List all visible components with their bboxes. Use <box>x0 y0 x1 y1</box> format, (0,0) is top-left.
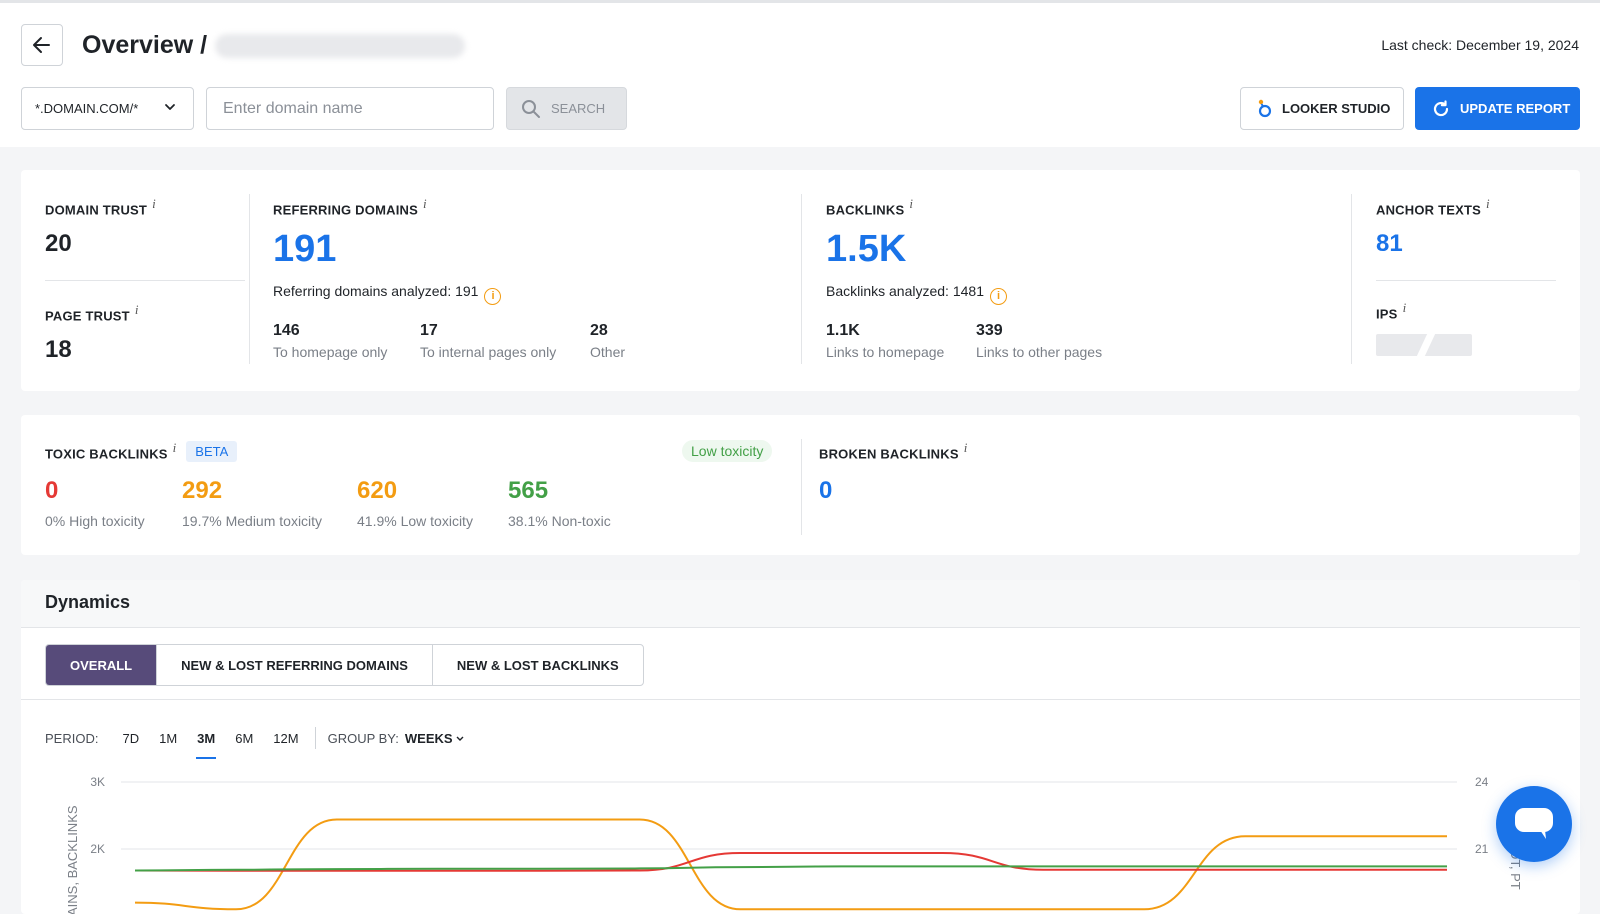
info-icon[interactable]: i <box>423 196 427 211</box>
backlinks-value[interactable]: 1.5K <box>826 228 906 271</box>
referring-domains-analyzed: Referring domains analyzed: 191 i <box>273 283 502 305</box>
divider <box>801 194 802 364</box>
info-circle-icon[interactable]: i <box>484 287 502 305</box>
back-button[interactable] <box>21 24 63 66</box>
broken-backlinks-value[interactable]: 0 <box>819 477 832 505</box>
dynamics-header: Dynamics <box>21 580 1580 628</box>
chevron-down-icon <box>456 736 464 741</box>
looker-studio-icon <box>1258 99 1272 117</box>
period-label: PERIOD: <box>45 730 99 746</box>
backlinks-breakdown-homepage: 1.1K Links to homepage <box>826 322 945 360</box>
backlinks-analyzed: Backlinks analyzed: 1481 i <box>826 283 1007 305</box>
toxic-high[interactable]: 0 0% High toxicity <box>45 477 145 529</box>
backlinks-label: BACKLINKS <box>826 202 905 218</box>
toxic-non-toxic[interactable]: 565 38.1% Non-toxic <box>508 477 611 529</box>
divider <box>21 699 1580 700</box>
domain-input[interactable] <box>206 87 494 130</box>
period-1m[interactable]: 1M <box>149 726 187 750</box>
period-row: PERIOD: 7D 1M 3M 6M 12M GROUP BY: WEEKS <box>45 726 465 759</box>
referring-domains-label: REFERRING DOMAINS <box>273 202 418 218</box>
backlinks-breakdown-other: 339 Links to other pages <box>976 322 1103 360</box>
info-icon[interactable]: i <box>1486 196 1490 211</box>
period-12m[interactable]: 12M <box>263 726 308 750</box>
tab-overall[interactable]: OVERALL <box>46 645 158 685</box>
chat-button[interactable] <box>1496 786 1572 862</box>
domain-trust-label: DOMAIN TRUST <box>45 202 148 218</box>
divider <box>249 194 250 364</box>
info-icon[interactable]: i <box>152 196 156 211</box>
period-7d[interactable]: 7D <box>112 726 149 750</box>
page-trust-value: 18 <box>45 336 72 363</box>
anchor-texts-value[interactable]: 81 <box>1376 230 1403 258</box>
scope-select[interactable]: *.DOMAIN.COM/* <box>21 87 194 130</box>
dynamics-title: Dynamics <box>45 592 131 612</box>
info-icon[interactable]: i <box>964 440 968 455</box>
beta-badge: BETA <box>186 441 238 463</box>
info-icon[interactable]: i <box>909 196 913 211</box>
divider <box>45 280 245 281</box>
group-by-select[interactable]: WEEKS <box>405 731 465 746</box>
dynamics-chart: 3K2K2421AINS, BACKLINKS DT, PT <box>65 775 1523 914</box>
toxic-card: TOXIC BACKLINKS i BETA Low toxicity 0 0% … <box>21 415 1580 555</box>
last-check-text: Last check: December 19, 2024 <box>1381 37 1579 53</box>
refresh-icon <box>1433 99 1449 116</box>
page-title: Overview / <box>82 31 466 60</box>
ref-breakdown-internal: 17 To internal pages only <box>420 322 557 360</box>
divider <box>1376 280 1556 281</box>
page-trust-label: PAGE TRUST <box>45 308 130 324</box>
info-icon[interactable]: i <box>1403 300 1407 315</box>
divider <box>314 727 316 749</box>
divider <box>1351 194 1352 364</box>
toxic-medium[interactable]: 292 19.7% Medium toxicity <box>182 477 322 529</box>
period-3m[interactable]: 3M <box>187 726 225 759</box>
toxic-backlinks-label: TOXIC BACKLINKS <box>45 446 168 462</box>
group-by-label: GROUP BY: <box>327 730 399 746</box>
info-icon[interactable]: i <box>173 440 177 455</box>
info-circle-icon[interactable]: i <box>990 287 1007 305</box>
page-header: Overview / Last check: December 19, 2024… <box>0 3 1600 147</box>
chat-bubble-icon <box>1515 808 1553 839</box>
looker-studio-button[interactable]: LOOKER STUDIO <box>1240 87 1404 130</box>
series-line-0 <box>134 818 1447 911</box>
info-icon[interactable]: i <box>135 302 139 317</box>
arrow-left-icon <box>33 37 50 53</box>
ref-breakdown-other: 28 Other <box>590 322 626 360</box>
ips-placeholder <box>1376 334 1472 356</box>
broken-backlinks-label: BROKEN BACKLINKS <box>819 446 959 462</box>
tab-new-lost-backlinks[interactable]: NEW & LOST BACKLINKS <box>433 645 643 685</box>
update-report-button[interactable]: UPDATE REPORT <box>1415 87 1580 130</box>
metrics-card: DOMAIN TRUST i 20 PAGE TRUST i 18 REFERRIN… <box>21 170 1580 391</box>
y2-tick-label: 21 <box>1475 842 1489 856</box>
domain-trust-value: 20 <box>45 230 72 257</box>
y2-tick-label: 24 <box>1475 775 1489 789</box>
y-tick-label: 3K <box>90 775 105 789</box>
blurred-domain <box>215 33 466 58</box>
anchor-texts-label: ANCHOR TEXTS <box>1376 202 1481 218</box>
y-tick-label: 2K <box>90 842 105 856</box>
toxic-low[interactable]: 620 41.9% Low toxicity <box>357 477 473 529</box>
low-toxicity-badge: Low toxicity <box>682 440 773 462</box>
ips-label: IPS <box>1376 306 1398 322</box>
search-button[interactable]: SEARCH <box>506 87 627 130</box>
search-icon <box>522 99 540 118</box>
chevron-down-icon <box>165 104 175 110</box>
divider <box>801 439 802 535</box>
ref-breakdown-homepage: 146 To homepage only <box>273 322 388 360</box>
dynamics-tabs: OVERALL NEW & LOST REFERRING DOMAINS NEW… <box>45 644 644 686</box>
tab-new-lost-referring-domains[interactable]: NEW & LOST REFERRING DOMAINS <box>157 645 433 685</box>
period-6m[interactable]: 6M <box>225 726 263 750</box>
dynamics-card: Dynamics OVERALL NEW & LOST REFERRING DO… <box>21 580 1580 914</box>
referring-domains-value[interactable]: 191 <box>273 228 336 271</box>
y-axis-label: AINS, BACKLINKS <box>65 805 80 914</box>
